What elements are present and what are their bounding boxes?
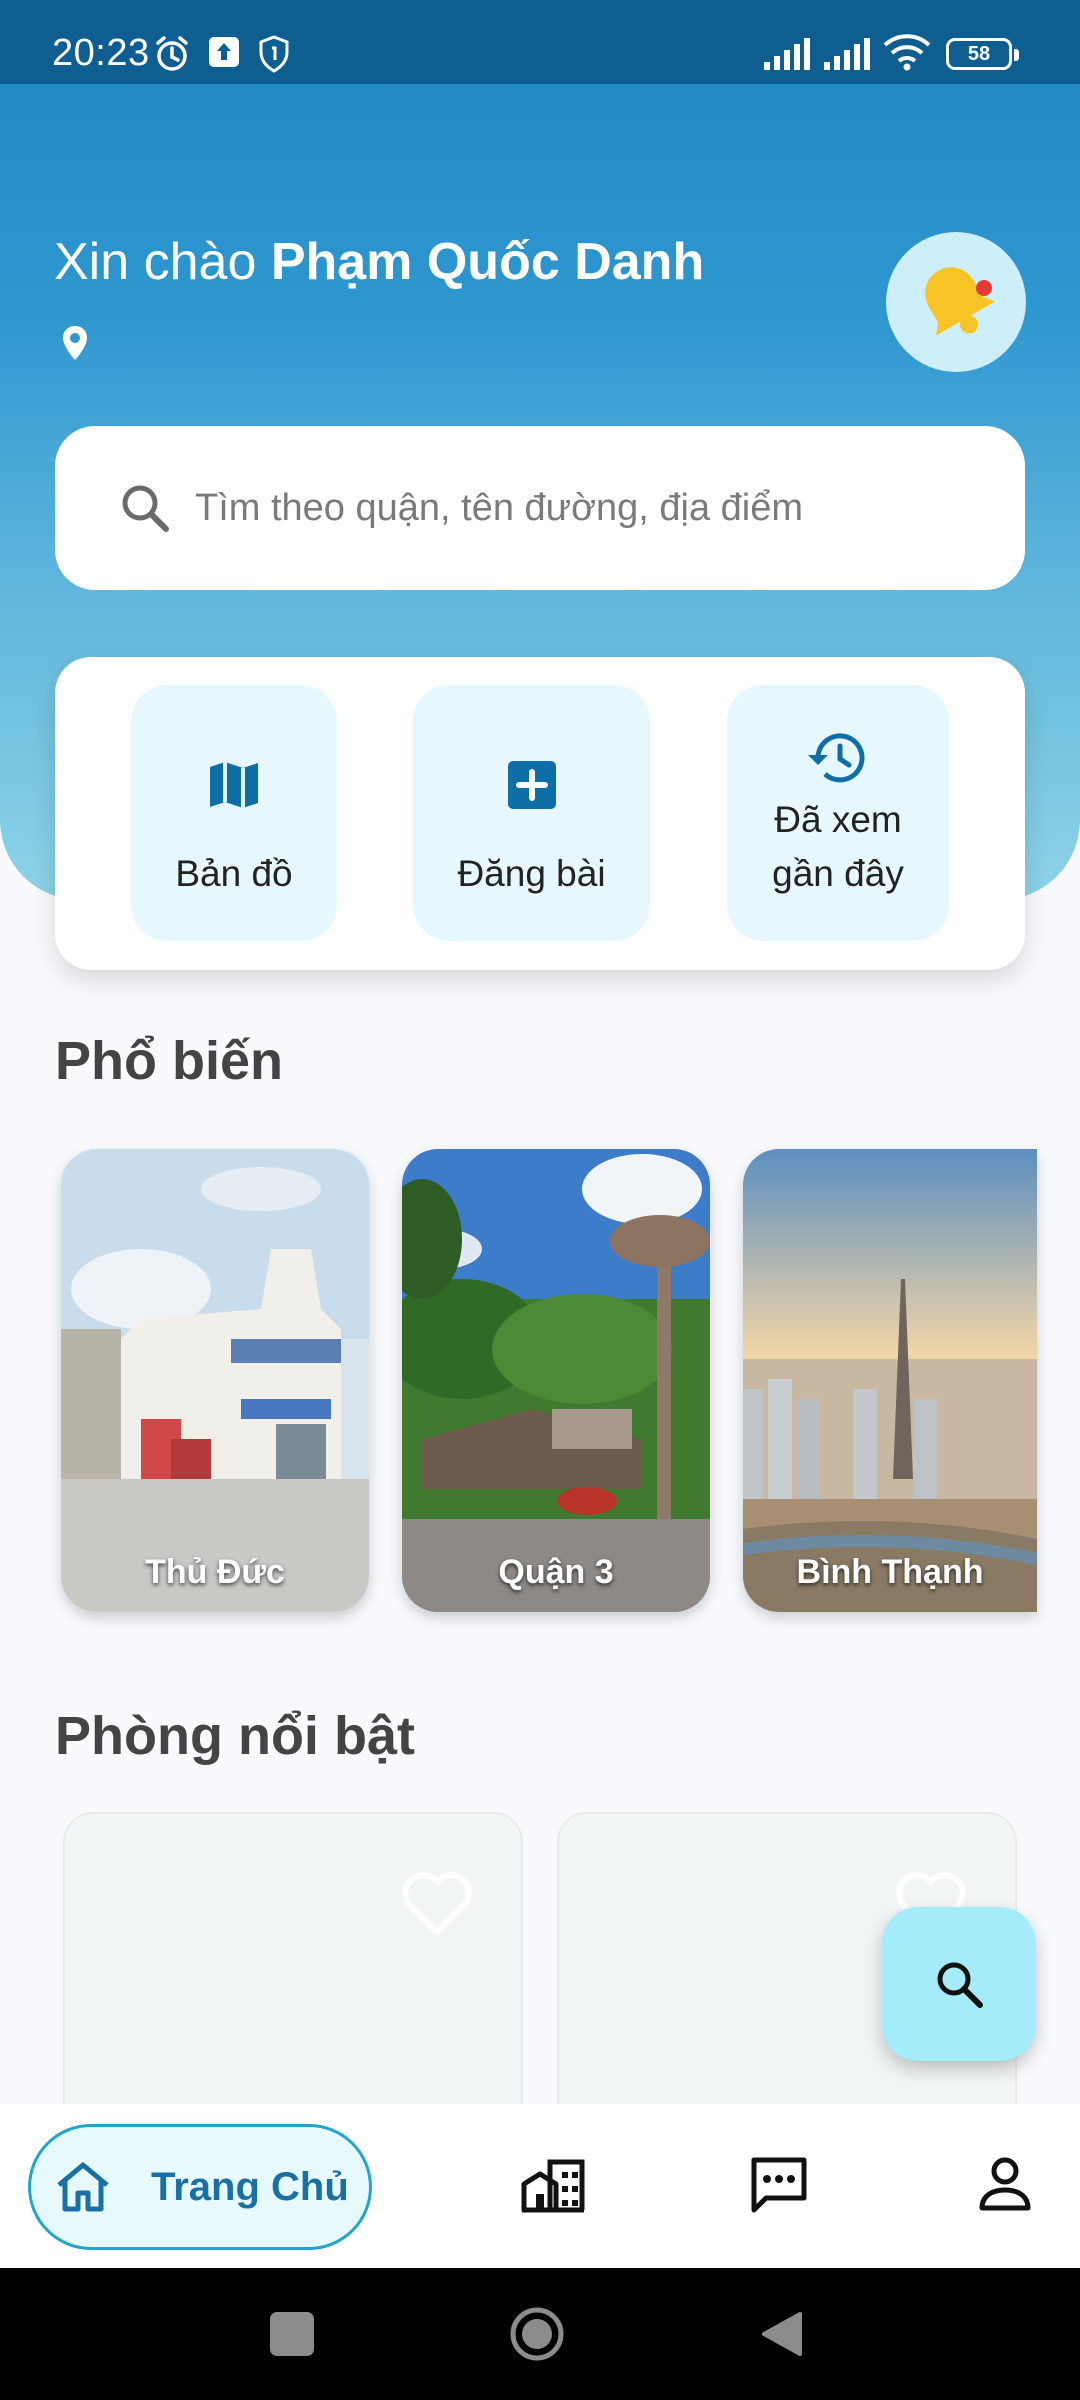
battery-icon: 58 [946, 38, 1019, 70]
system-navigation-bar [0, 2268, 1080, 2400]
history-icon [806, 729, 870, 796]
status-bar: 20:23 58 [0, 0, 1080, 84]
bell-icon [896, 242, 1016, 367]
greeting: Xin chào Phạm Quốc Danh [54, 232, 704, 292]
popular-card-quan-3[interactable]: Quận 3 [402, 1149, 710, 1612]
recents-button[interactable] [270, 2312, 314, 2356]
status-time: 20:23 [52, 32, 150, 74]
post-label: Đăng bài [457, 853, 606, 894]
popular-card-label: Quận 3 [498, 1553, 614, 1591]
map-label: Bản đồ [175, 853, 293, 894]
back-button[interactable] [760, 2310, 804, 2358]
shield-notification-icon [256, 34, 292, 79]
popular-card-binh-thanh[interactable]: Bình Thạnh [743, 1149, 1037, 1612]
favorite-icon[interactable] [401, 1870, 473, 1941]
alarm-icon [152, 34, 192, 79]
thu-duc-image [61, 1149, 369, 1612]
map-icon [207, 759, 261, 820]
upload-notification-icon [206, 34, 242, 75]
search-bar[interactable] [55, 426, 1025, 590]
wifi-icon [882, 32, 932, 77]
room-card[interactable] [63, 1812, 523, 2112]
nav-home[interactable]: Trang Chủ [28, 2124, 372, 2250]
add-post-icon [506, 759, 558, 820]
home-icon [53, 2157, 113, 2222]
recently-viewed-label-1: Đã xem [774, 799, 902, 840]
search-input[interactable] [195, 466, 995, 550]
recently-viewed-button[interactable]: Đã xem gần đây [727, 685, 949, 941]
signal-icon [762, 36, 812, 77]
nav-home-label: Trang Chủ [151, 2165, 349, 2209]
building-icon[interactable] [520, 2156, 586, 2219]
signal-icon [822, 36, 872, 77]
map-button[interactable]: Bản đồ [131, 685, 337, 941]
quick-actions-panel: Bản đồ Đăng bài Đã xem gần đây [55, 657, 1025, 970]
recently-viewed-label-2: gần đây [772, 853, 904, 894]
binh-thanh-image [743, 1149, 1037, 1612]
user-name: Phạm Quốc Danh [270, 233, 705, 291]
greeting-prefix: Xin chào [54, 233, 271, 291]
chat-icon[interactable] [748, 2156, 810, 2221]
popular-card-label: Thủ Đức [145, 1553, 285, 1591]
quan-3-image [402, 1149, 710, 1612]
battery-level: 58 [967, 43, 991, 65]
profile-icon[interactable] [978, 2156, 1032, 2217]
bottom-navigation: Trang Chủ [0, 2104, 1080, 2268]
popular-card-label: Bình Thạnh [796, 1553, 984, 1591]
popular-card-thu-duc[interactable]: Thủ Đức [61, 1149, 369, 1612]
search-icon [117, 480, 173, 541]
featured-title: Phòng nổi bật [55, 1706, 415, 1766]
search-fab-button[interactable] [882, 1907, 1036, 2061]
popular-title: Phổ biến [55, 1031, 283, 1091]
location-pin-icon[interactable] [60, 324, 90, 367]
home-system-button[interactable] [509, 2306, 565, 2362]
post-button[interactable]: Đăng bài [413, 685, 650, 941]
notification-button[interactable] [886, 232, 1026, 372]
